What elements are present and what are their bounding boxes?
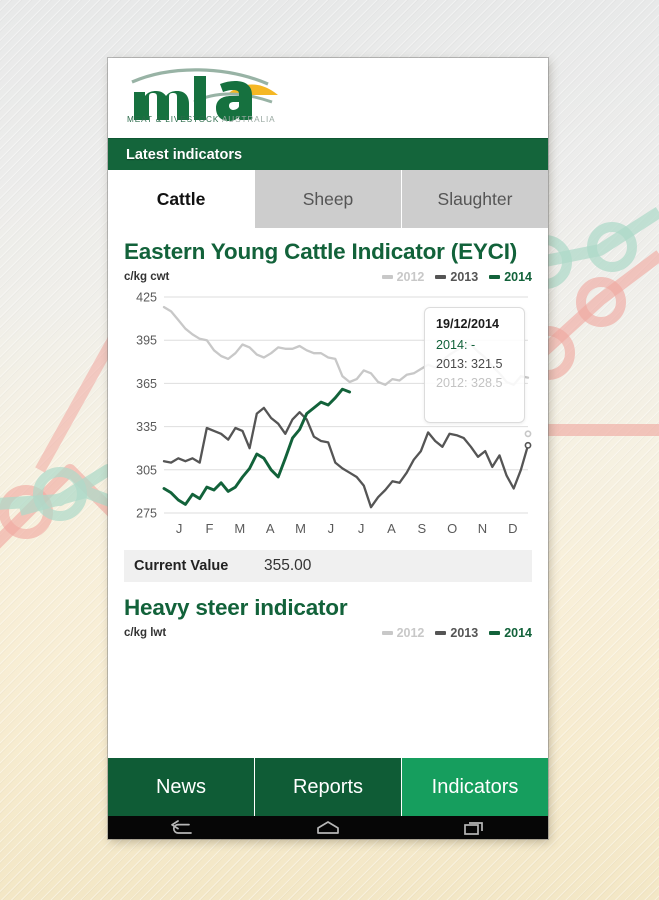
eyci-legend: 2012 2013 2014	[381, 270, 532, 285]
tab-cattle-label: Cattle	[156, 188, 206, 209]
chart-tooltip: 19/12/2014 2014: - 2013: 321.5 2012: 328…	[424, 307, 525, 424]
hs-legend-swatch-2014	[489, 631, 501, 636]
current-value-amount: 355.00	[264, 557, 312, 575]
hs-legend-item-2012[interactable]: 2012	[381, 626, 425, 641]
svg-text:J: J	[328, 521, 335, 536]
legend-item-2012[interactable]: 2012	[381, 270, 425, 285]
eyci-chart-card: Eastern Young Cattle Indicator (EYCI) c/…	[108, 228, 548, 544]
category-tabs[interactable]: Cattle Sheep Slaughter	[108, 170, 548, 228]
recents-icon[interactable]	[451, 816, 499, 839]
legend-item-2013[interactable]: 2013	[435, 270, 478, 284]
eyci-subheader: c/kg cwt 2012 2013 2014	[124, 269, 532, 285]
nav-indicators-label: Indicators	[431, 775, 519, 798]
eyci-plot-area[interactable]: 275 305 335 365 395 425 J F M A M J J A S O N D 19/12/20…	[124, 289, 532, 544]
tab-sheep-label: Sheep	[302, 188, 354, 209]
legend-swatch-2013	[435, 275, 447, 280]
svg-text:395: 395	[136, 334, 157, 348]
legend-label-2012: 2012	[396, 270, 425, 285]
svg-text:S: S	[417, 521, 426, 536]
svg-text:O: O	[447, 521, 457, 536]
eyci-unit-label: c/kg cwt	[124, 271, 170, 284]
heavy-steer-card: Heavy steer indicator c/kg lwt 2012 2013…	[108, 582, 548, 641]
legend-item-2014[interactable]: 2014	[489, 270, 532, 284]
svg-text:A: A	[266, 521, 275, 536]
hs-legend-swatch-2012	[381, 631, 393, 636]
legend-label-2014: 2014	[504, 270, 532, 285]
tab-sheep[interactable]: Sheep	[255, 170, 402, 228]
hs-legend-label-2013: 2013	[450, 626, 479, 641]
hs-legend-label-2014: 2014	[504, 626, 532, 641]
heavy-steer-unit-label: c/kg lwt	[124, 627, 167, 640]
tab-slaughter-label: Slaughter	[437, 188, 513, 209]
phone-frame: MEAT & LIVESTOCK AUSTRALIA Latest indica…	[108, 58, 548, 839]
svg-text:M: M	[295, 521, 306, 536]
tab-cattle[interactable]: Cattle	[108, 170, 255, 228]
legend-label-2013: 2013	[450, 270, 479, 285]
app-logo-bar: MEAT & LIVESTOCK AUSTRALIA	[108, 58, 548, 138]
tab-slaughter[interactable]: Slaughter	[402, 170, 548, 228]
current-value-label: Current Value	[134, 558, 229, 575]
hs-legend-swatch-2013	[435, 631, 447, 636]
nav-reports[interactable]: Reports	[255, 758, 402, 816]
svg-text:425: 425	[136, 291, 157, 305]
heavy-steer-title: Heavy steer indicator	[124, 595, 348, 621]
svg-text:M: M	[234, 521, 245, 536]
heavy-steer-legend: 2012 2013 2014	[381, 626, 532, 641]
nav-news-label: News	[155, 775, 206, 798]
current-value-row: Current Value 355.00	[124, 550, 532, 583]
nav-indicators[interactable]: Indicators	[402, 758, 548, 816]
chart-x-axis-labels: JFMAMJJASOND	[176, 521, 518, 536]
home-icon[interactable]	[304, 816, 352, 839]
back-icon[interactable]	[157, 816, 205, 839]
tooltip-row-2013: 2013: 321.5	[436, 357, 503, 372]
nav-news[interactable]: News	[108, 758, 255, 816]
mla-tagline: MEAT & LIVESTOCK AUSTRALIA	[127, 115, 276, 124]
heavy-steer-subheader: c/kg lwt 2012 2013 2014	[124, 625, 532, 641]
svg-text:D: D	[508, 521, 517, 536]
section-title-text: Latest indicators	[126, 146, 243, 163]
chart-endpoint-markers	[524, 430, 532, 449]
nav-reports-label: Reports	[292, 775, 364, 798]
bottom-navigation[interactable]: News Reports Indicators	[108, 758, 548, 816]
hs-legend-item-2014[interactable]: 2014	[489, 626, 532, 640]
app-viewport: MEAT & LIVESTOCK AUSTRALIA Latest indica…	[108, 58, 548, 758]
svg-text:335: 335	[136, 420, 157, 434]
chart-y-axis-labels: 275 305 335 365 395 425	[136, 291, 157, 521]
svg-text:A: A	[387, 521, 396, 536]
android-system-bar[interactable]	[108, 816, 548, 839]
svg-text:365: 365	[136, 377, 157, 391]
legend-swatch-2014	[489, 275, 501, 280]
eyci-title: Eastern Young Cattle Indicator (EYCI)	[124, 239, 518, 264]
tooltip-date: 19/12/2014	[436, 317, 500, 332]
tooltip-row-2012: 2012: 328.5	[436, 376, 503, 391]
svg-text:J: J	[358, 521, 365, 536]
section-title-bar: Latest indicators	[108, 138, 548, 170]
svg-text:275: 275	[136, 507, 157, 521]
tooltip-row-2014: 2014: -	[436, 338, 476, 353]
legend-swatch-2012	[381, 275, 393, 280]
hs-legend-item-2013[interactable]: 2013	[435, 626, 478, 640]
svg-text:J: J	[176, 521, 183, 536]
svg-text:N: N	[478, 521, 487, 536]
hs-legend-label-2012: 2012	[396, 626, 425, 641]
svg-text:F: F	[206, 521, 214, 536]
svg-text:305: 305	[136, 463, 157, 477]
